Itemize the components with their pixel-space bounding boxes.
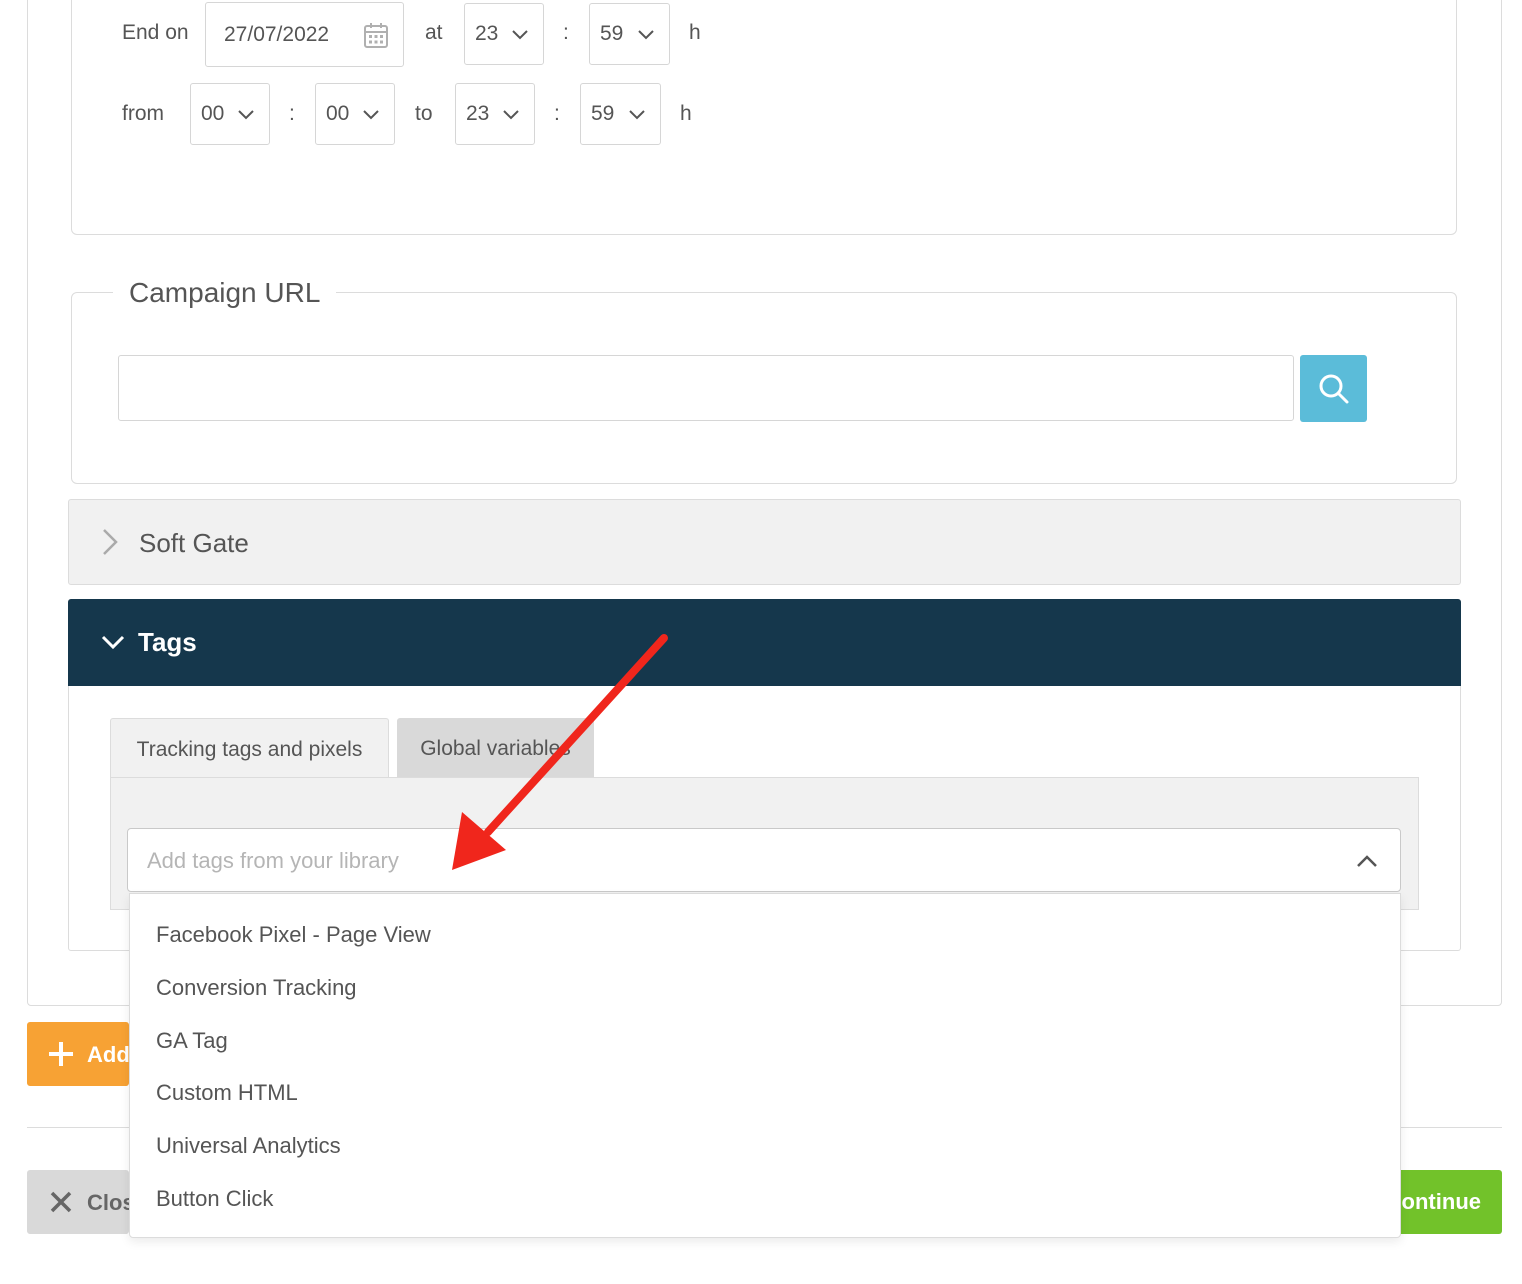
tags-title: Tags bbox=[138, 627, 197, 657]
to-hour-select[interactable]: 23 bbox=[455, 83, 535, 145]
end-date-input[interactable]: 27/07/2022 bbox=[205, 2, 404, 67]
from-label: from bbox=[122, 102, 164, 125]
tab-label: Global variables bbox=[420, 737, 571, 760]
to-label: to bbox=[415, 102, 433, 125]
url-search-button[interactable] bbox=[1300, 355, 1367, 422]
dropdown-option[interactable]: Custom HTML bbox=[156, 1082, 298, 1104]
hours-unit-label: h bbox=[680, 102, 692, 125]
end-on-label: End on bbox=[122, 21, 189, 44]
to-hour-value: 23 bbox=[466, 102, 490, 125]
end-hour-select[interactable]: 23 bbox=[464, 3, 544, 65]
chevron-down-icon bbox=[238, 110, 254, 120]
chevron-down-icon bbox=[503, 110, 519, 120]
campaign-url-title: Campaign URL bbox=[113, 274, 337, 312]
dropdown-option[interactable]: Conversion Tracking bbox=[156, 977, 357, 999]
continue-button-label: Continue bbox=[1401, 1189, 1481, 1214]
at-label: at bbox=[425, 21, 443, 44]
close-button-label: Close bbox=[87, 1190, 129, 1215]
close-icon bbox=[50, 1191, 72, 1213]
time-colon: : bbox=[563, 21, 569, 44]
end-date-value: 27/07/2022 bbox=[224, 22, 330, 46]
end-minute-value: 59 bbox=[600, 22, 624, 45]
chevron-down-icon bbox=[101, 635, 125, 650]
chevron-down-icon bbox=[512, 30, 528, 40]
chevron-up-icon[interactable] bbox=[1356, 851, 1378, 871]
to-minute-value: 59 bbox=[591, 102, 615, 125]
continue-button[interactable]: Continue bbox=[1401, 1170, 1502, 1234]
chevron-right-icon bbox=[103, 529, 118, 555]
from-hour-select[interactable]: 00 bbox=[190, 83, 270, 145]
chevron-down-icon bbox=[363, 110, 379, 120]
from-minute-value: 00 bbox=[326, 102, 350, 125]
dropdown-option[interactable]: Universal Analytics bbox=[156, 1135, 341, 1157]
end-minute-select[interactable]: 59 bbox=[589, 3, 670, 65]
tag-options-dropdown: Facebook Pixel - Page View Conversion Tr… bbox=[129, 893, 1401, 1238]
tags-accordion-header[interactable]: Tags bbox=[68, 599, 1461, 686]
soft-gate-title: Soft Gate bbox=[139, 528, 249, 558]
tag-select-placeholder: Add tags from your library bbox=[147, 848, 399, 873]
dropdown-option[interactable]: Facebook Pixel - Page View bbox=[156, 924, 431, 946]
dropdown-option[interactable]: Button Click bbox=[156, 1188, 273, 1210]
time-colon: : bbox=[289, 102, 295, 125]
hours-unit-label: h bbox=[689, 21, 701, 44]
tab-global-variables[interactable]: Global variables bbox=[397, 718, 594, 780]
add-button[interactable]: Add bbox=[27, 1022, 129, 1086]
tab-label: Tracking tags and pixels bbox=[136, 737, 363, 761]
chevron-down-icon bbox=[638, 30, 654, 40]
calendar-icon[interactable] bbox=[363, 21, 389, 49]
campaign-url-input[interactable] bbox=[118, 355, 1294, 421]
from-minute-select[interactable]: 00 bbox=[315, 83, 395, 145]
dropdown-option[interactable]: GA Tag bbox=[156, 1030, 228, 1052]
close-button[interactable]: Close bbox=[27, 1170, 129, 1234]
end-hour-value: 23 bbox=[475, 22, 499, 45]
chevron-down-icon bbox=[629, 110, 645, 120]
tag-library-select[interactable]: Add tags from your library bbox=[127, 828, 1401, 892]
to-minute-select[interactable]: 59 bbox=[580, 83, 661, 145]
search-icon bbox=[1319, 374, 1348, 403]
add-button-label: Add bbox=[87, 1042, 129, 1067]
plus-icon bbox=[49, 1042, 73, 1066]
time-colon: : bbox=[554, 102, 560, 125]
soft-gate-accordion[interactable]: Soft Gate bbox=[68, 499, 1461, 585]
from-hour-value: 00 bbox=[201, 102, 225, 125]
tab-tracking-tags[interactable]: Tracking tags and pixels bbox=[110, 718, 389, 780]
